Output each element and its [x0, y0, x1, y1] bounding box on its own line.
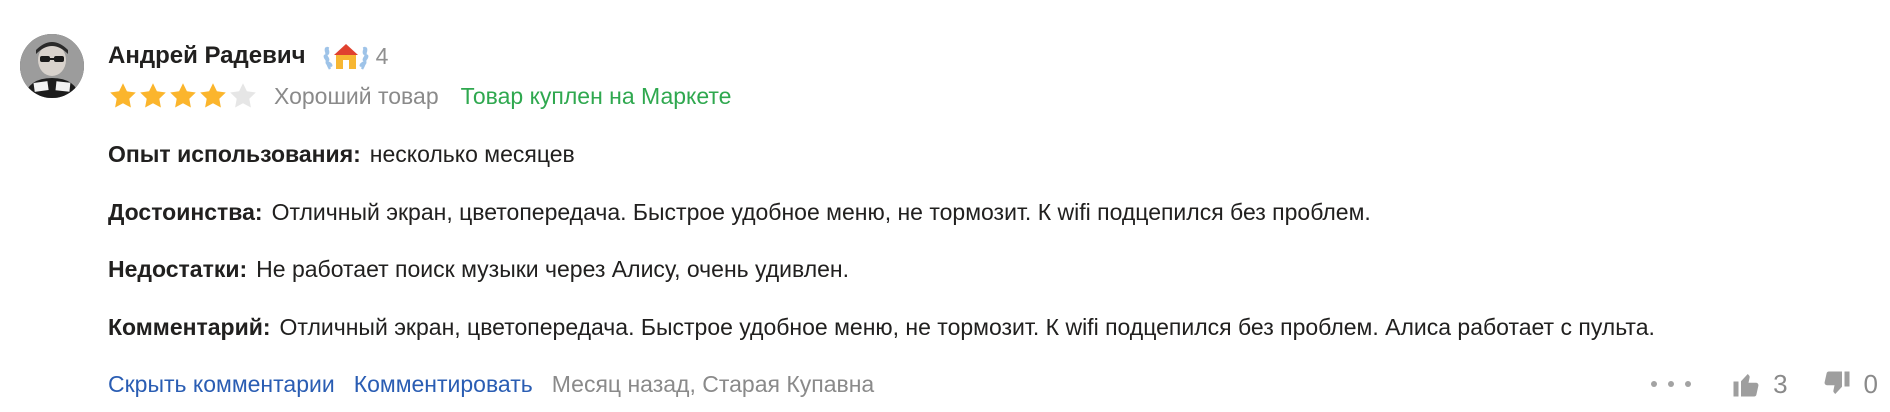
- pros-value: Отличный экран, цветопередача. Быстрое у…: [271, 199, 1371, 225]
- rating-stars: [108, 81, 258, 111]
- review-actions: 3 0: [1651, 367, 1878, 401]
- rating-verdict: Хороший товар: [274, 82, 439, 109]
- comment-value: Отличный экран, цветопередача. Быстрое у…: [279, 314, 1655, 340]
- author-row: Андрей Радевич 4: [108, 38, 388, 74]
- thumbs-down-icon: [1824, 371, 1850, 394]
- avatar[interactable]: [20, 34, 84, 98]
- rating-row: Хороший товар Товар куплен на Маркете: [108, 78, 731, 114]
- bought-on-market-label: Товар куплен на Маркете: [460, 82, 732, 109]
- hide-comments-link[interactable]: Скрыть комментарии: [108, 371, 335, 398]
- more-dot-icon: [1685, 381, 1692, 387]
- usage-value: несколько месяцев: [369, 141, 575, 167]
- cons-label: Недостатки:: [108, 256, 248, 282]
- comment-label: Комментарий:: [108, 314, 271, 340]
- like-button[interactable]: 3: [1731, 368, 1788, 400]
- dislike-count: 0: [1863, 368, 1878, 399]
- usage-label: Опыт использования:: [108, 141, 361, 167]
- star-filled-icon: [170, 83, 196, 108]
- review-card: Андрей Радевич 4 Хороший товар Товар куп…: [0, 0, 1890, 412]
- star-empty-icon: [230, 83, 256, 108]
- more-dot-icon: [1651, 381, 1658, 387]
- cons-value: Не работает поиск музыки через Алису, оч…: [256, 256, 850, 282]
- comment: Комментарий: Отличный экран, цветопередач…: [108, 312, 1655, 342]
- review-footer: Скрыть комментарии Комментировать Месяц …: [108, 367, 874, 401]
- pros-label: Достоинства:: [108, 199, 263, 225]
- author-badge[interactable]: 4: [322, 39, 389, 73]
- star-filled-icon: [200, 83, 226, 108]
- star-filled-icon: [140, 83, 166, 108]
- thumbs-up-icon: [1733, 374, 1759, 397]
- more-dot-icon: [1668, 381, 1675, 387]
- dislike-button[interactable]: 0: [1822, 369, 1878, 400]
- like-count: 3: [1773, 368, 1788, 399]
- review-date-location: Месяц назад, Старая Купавна: [551, 370, 875, 397]
- badge-count: 4: [375, 42, 389, 69]
- cons: Недостатки: Не работает поиск музыки чере…: [108, 254, 849, 284]
- pros: Достоинства: Отличный экран, цветопередач…: [108, 197, 1371, 227]
- house-laurel-badge-icon: [323, 44, 368, 70]
- more-options-button[interactable]: [1651, 381, 1692, 387]
- star-filled-icon: [110, 83, 136, 108]
- usage-experience: Опыт использования: несколько месяцев: [108, 139, 575, 169]
- comment-link[interactable]: Комментировать: [354, 371, 533, 398]
- avatar-image: [20, 34, 84, 98]
- author-name[interactable]: Андрей Радевич: [108, 42, 306, 70]
